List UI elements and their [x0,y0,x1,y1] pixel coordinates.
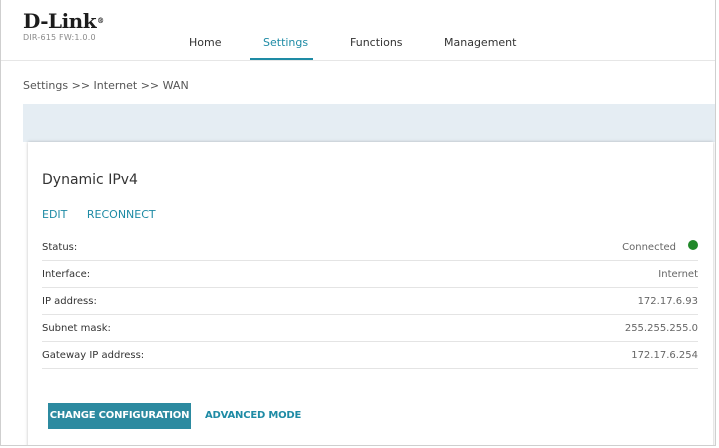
row-value: 172.17.6.93 [637,296,698,307]
advanced-mode-link[interactable]: ADVANCED MODE [205,410,301,421]
reconnect-link[interactable]: RECONNECT [87,208,156,221]
status-indicator-icon [688,240,698,250]
breadcrumb: Settings >> Internet >> WAN [23,79,189,92]
nav-home[interactable]: Home [189,36,221,49]
status-value: Connected [622,242,676,253]
dlink-logo[interactable]: D-Link® DIR-615 FW:1.0.0 [23,10,104,42]
row-label: Interface: [42,269,91,280]
gateway-ip-row: Gateway IP address: 172.17.6.254 [42,342,698,369]
section-header-band [23,104,715,142]
card-actions: EDIT RECONNECT [42,208,172,221]
row-label: Status: [42,242,78,253]
row-value: Internet [658,269,698,280]
connection-type-title: Dynamic IPv4 [42,172,138,188]
row-label: Subnet mask: [42,323,111,334]
nav-functions[interactable]: Functions [350,36,403,49]
edit-link[interactable]: EDIT [42,208,67,221]
header: D-Link® DIR-615 FW:1.0.0 Home Settings F… [1,0,715,61]
status-row: Status: Connected [42,234,698,261]
nav-settings[interactable]: Settings [263,36,308,49]
interface-row: Interface: Internet [42,261,698,288]
row-value: 172.17.6.254 [631,350,698,361]
row-label: IP address: [42,296,97,307]
change-configuration-button[interactable]: CHANGE CONFIGURATION [48,403,191,429]
active-nav-indicator [250,58,313,60]
model-firmware-label: DIR-615 FW:1.0.0 [23,33,96,42]
logo-text: D-Link [23,9,97,33]
subnet-mask-row: Subnet mask: 255.255.255.0 [42,315,698,342]
connection-info-table: Status: Connected Interface: Internet IP… [42,234,698,369]
registered-mark-icon: ® [97,16,104,25]
ip-address-row: IP address: 172.17.6.93 [42,288,698,315]
row-label: Gateway IP address: [42,350,145,361]
row-value: 255.255.255.0 [624,323,698,334]
wan-status-card: Dynamic IPv4 EDIT RECONNECT Status: Conn… [28,142,713,445]
router-admin-window: D-Link® DIR-615 FW:1.0.0 Home Settings F… [0,0,716,446]
nav-management[interactable]: Management [444,36,516,49]
